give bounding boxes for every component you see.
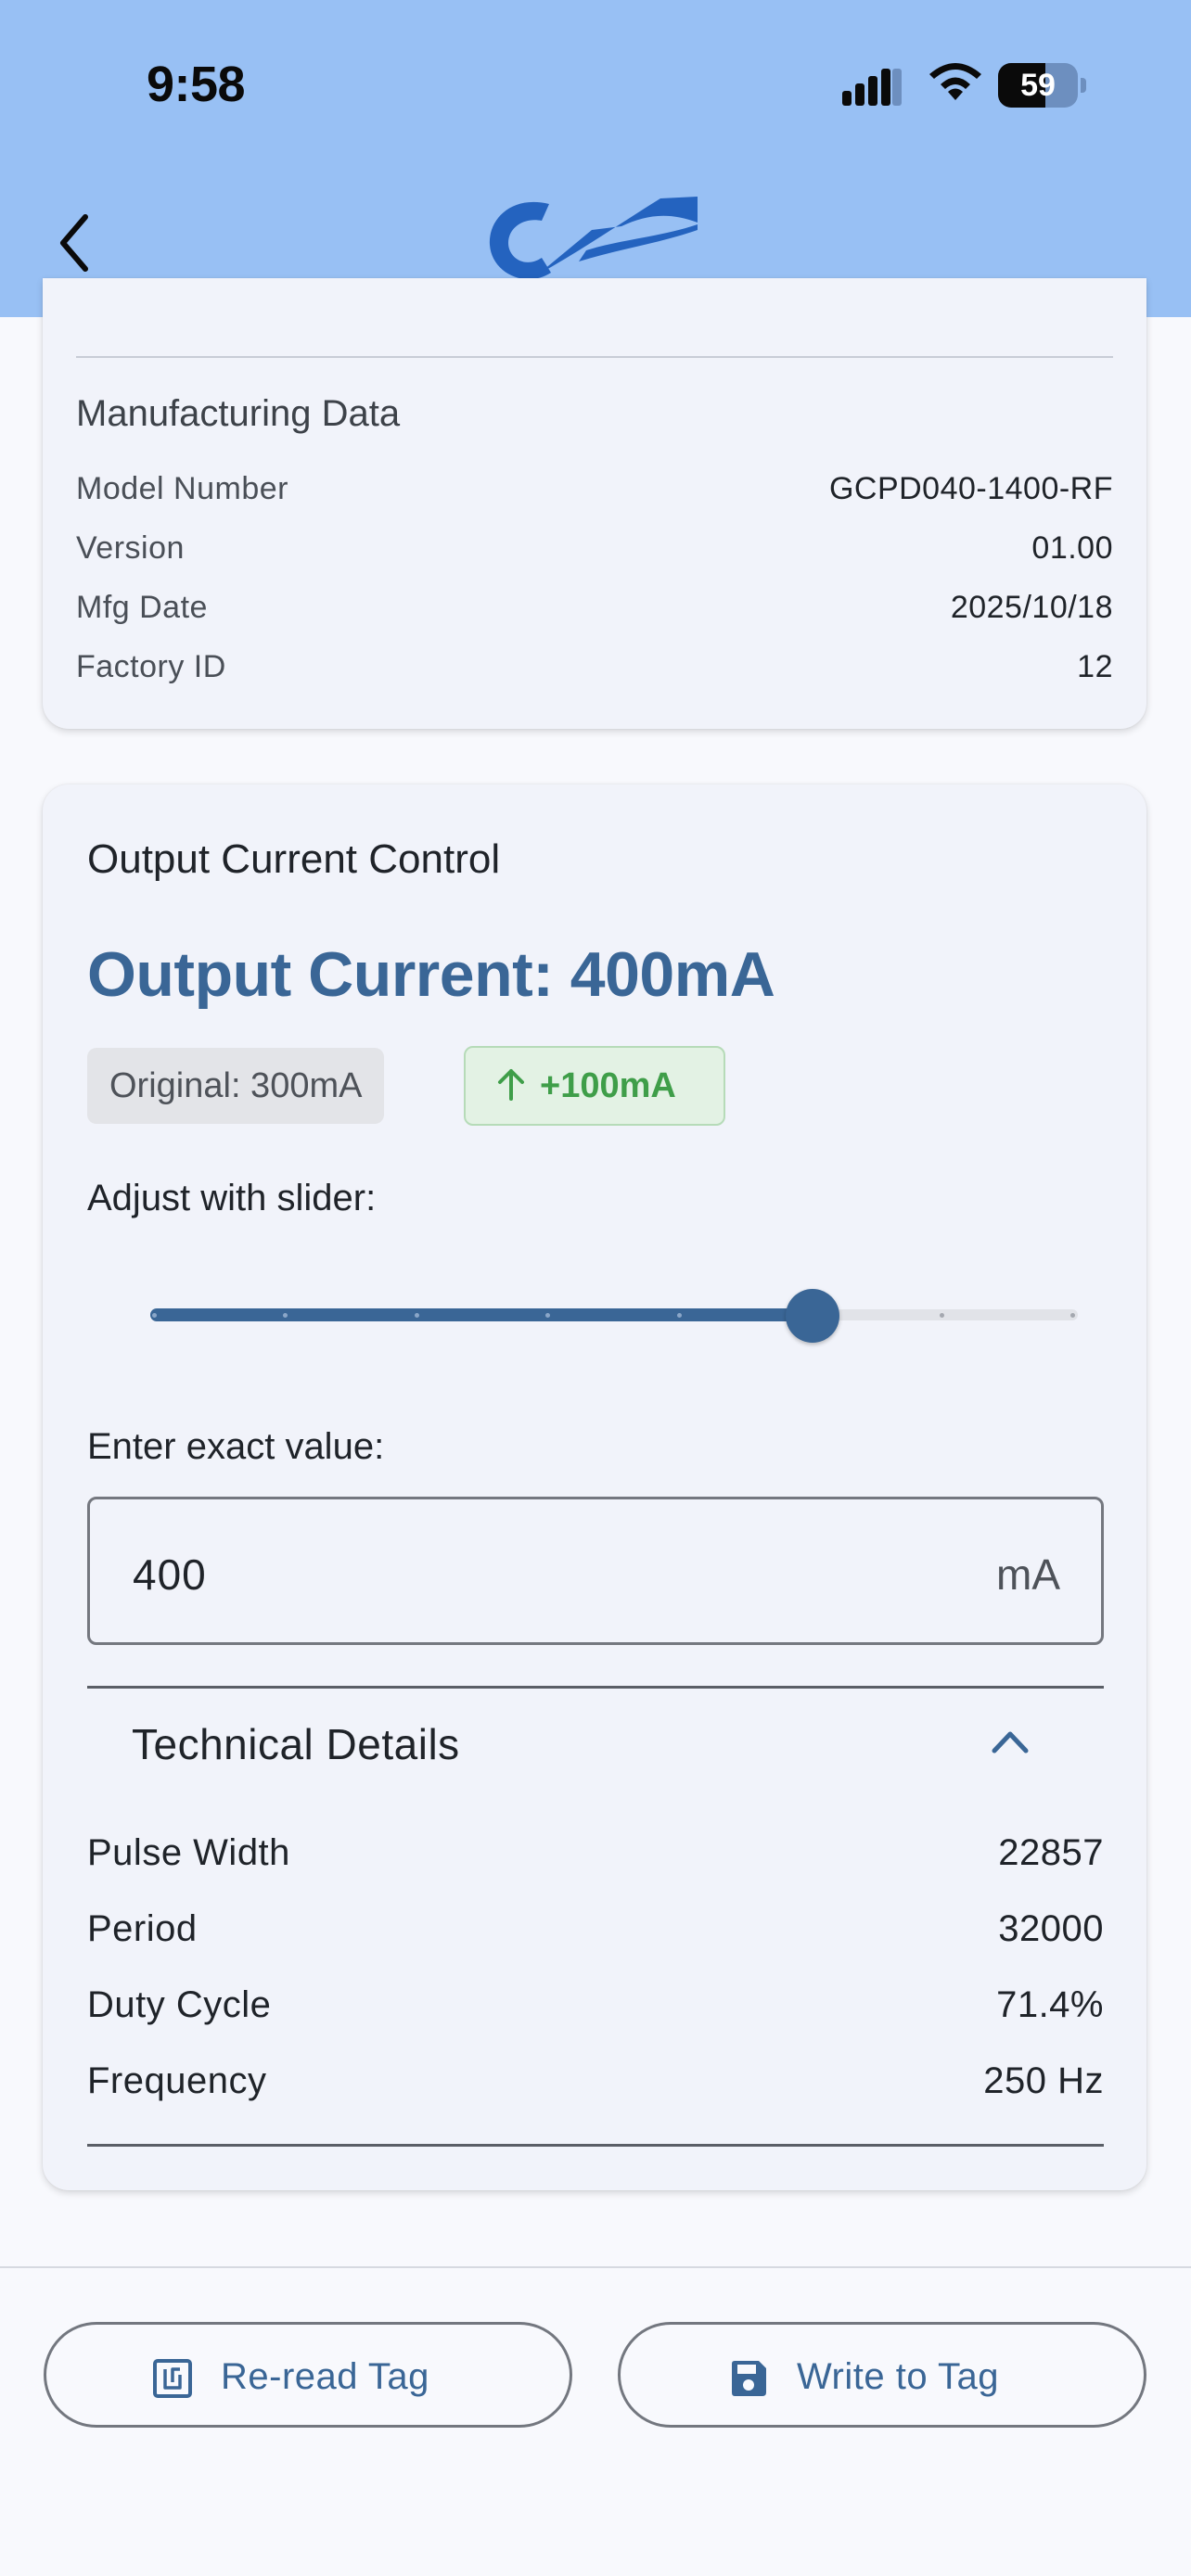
battery-icon: 59	[998, 63, 1087, 109]
info-row: Factory ID 12	[76, 649, 1113, 692]
info-value: 2025/10/18	[950, 590, 1113, 625]
technical-row: Frequency 250 Hz	[87, 2060, 1104, 2107]
technical-value: 32000	[998, 1908, 1104, 1949]
signal-icon	[842, 69, 902, 106]
divider	[76, 356, 1113, 358]
technical-row: Period 32000	[87, 1908, 1104, 1955]
bottom-divider	[0, 2266, 1191, 2268]
battery-percent: 59	[1020, 68, 1056, 103]
section-title: Manufacturing Data	[76, 393, 401, 434]
difference-value: +100mA	[540, 1066, 676, 1105]
technical-value: 71.4%	[996, 1984, 1104, 2025]
slider-active-track	[150, 1308, 813, 1321]
slider-tick	[939, 1313, 944, 1318]
slider-tick	[414, 1313, 419, 1318]
chevron-left-icon	[60, 214, 88, 272]
write-to-tag-label: Write to Tag	[797, 2356, 999, 2397]
technical-value: 250 Hz	[983, 2060, 1104, 2101]
info-label: Factory ID	[76, 649, 226, 684]
info-row: Model Number GCPD040-1400-RF	[76, 471, 1113, 514]
info-row: Version 01.00	[76, 530, 1113, 573]
current-slider[interactable]	[150, 1285, 1078, 1345]
output-current-card: Output Current Control Output Current: 4…	[43, 784, 1146, 2190]
slider-tick	[1070, 1313, 1075, 1318]
difference-chip: +100mA	[464, 1046, 725, 1126]
technical-row: Pulse Width 22857	[87, 1832, 1104, 1879]
technical-label: Duty Cycle	[87, 1984, 272, 2025]
input-label: Enter exact value:	[87, 1426, 385, 1467]
reread-tag-button[interactable]: Re-read Tag	[44, 2322, 572, 2428]
app-header: 9:58 59	[0, 0, 1191, 317]
input-unit: mA	[996, 1550, 1060, 1599]
info-label: Mfg Date	[76, 590, 208, 625]
info-value: GCPD040-1400-RF	[828, 471, 1113, 506]
slider-thumb[interactable]	[786, 1289, 840, 1343]
info-value: 12	[1077, 649, 1113, 684]
status-time: 9:58	[147, 57, 246, 112]
info-label: Version	[76, 530, 185, 566]
technical-details-toggle[interactable]: Technical Details	[87, 1688, 1104, 1799]
divider	[87, 2144, 1104, 2147]
wifi-icon	[929, 63, 981, 100]
technical-label: Pulse Width	[87, 1832, 290, 1873]
back-button[interactable]	[46, 206, 111, 280]
nfc-icon	[153, 2359, 192, 2398]
technical-label: Period	[87, 1908, 198, 1949]
slider-label: Adjust with slider:	[87, 1178, 377, 1218]
current-value-input[interactable]: 400 mA	[87, 1497, 1104, 1645]
slider-tick	[152, 1313, 157, 1318]
reread-tag-label: Re-read Tag	[221, 2356, 429, 2397]
technical-row: Duty Cycle 71.4%	[87, 1984, 1104, 2031]
slider-tick	[676, 1313, 682, 1318]
technical-value: 22857	[998, 1832, 1104, 1873]
input-value: 400	[133, 1550, 207, 1599]
info-value: 01.00	[1031, 530, 1113, 566]
output-current-value: Output Current: 400mA	[87, 939, 775, 1010]
technical-details-title: Technical Details	[132, 1720, 460, 1768]
info-label: Model Number	[76, 471, 288, 506]
manufacturing-card: Manufacturing Data Model Number GCPD040-…	[43, 278, 1146, 729]
info-row: Mfg Date 2025/10/18	[76, 590, 1113, 632]
chevron-up-icon	[992, 1731, 1029, 1753]
original-value-chip: Original: 300mA	[87, 1048, 385, 1124]
card-title: Output Current Control	[87, 836, 501, 882]
save-icon	[732, 2361, 766, 2396]
technical-label: Frequency	[87, 2060, 267, 2101]
arrow-up-icon	[498, 1069, 524, 1101]
write-to-tag-button[interactable]: Write to Tag	[618, 2322, 1146, 2428]
